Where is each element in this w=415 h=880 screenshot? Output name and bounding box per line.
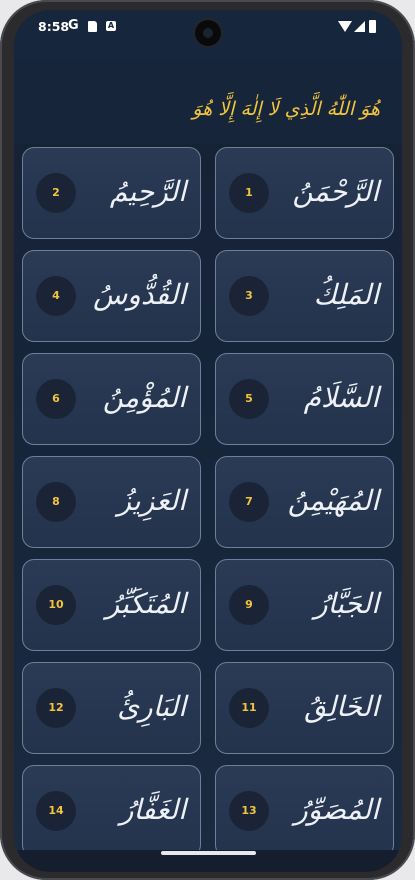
arabic-name: البَارِئُ [117,690,186,723]
name-card[interactable]: 9 الجَبَّارُ [215,559,394,651]
name-number-badge: 4 [36,276,76,316]
name-card[interactable]: 14 الغَفَّارُ [22,765,201,857]
name-number-badge: 11 [229,688,269,728]
name-number-badge: 2 [36,173,76,213]
name-card[interactable]: 13 المُصَوِّرُ [215,765,394,857]
arabic-name: المُؤْمِنُ [102,381,186,414]
name-number-badge: 12 [36,688,76,728]
arabic-name: المُتَكَبِّرُ [105,587,186,620]
front-camera [195,20,221,46]
arabic-name: الرَّحْمَنُ [292,175,379,208]
name-card[interactable]: 10 المُتَكَبِّرُ [22,559,201,651]
app-screen: 8:58 G A هُوَ اللّٰهُ الَّذِي لَا إِلٰهَ… [14,10,402,872]
status-bar: 8:58 G A [14,10,402,58]
arabic-name: المَلِكُ [313,278,379,311]
name-number-badge: 1 [229,173,269,213]
battery-icon [369,20,376,33]
google-icon: G [68,18,79,33]
name-number-badge: 6 [36,379,76,419]
name-number-badge: 14 [36,791,76,831]
name-card[interactable]: 4 القُدُّوسُ [22,250,201,342]
wifi-icon [338,21,352,32]
status-time: 8:58 [38,19,70,34]
arabic-name: الغَفَّارُ [119,793,186,826]
arabic-name: القُدُّوسُ [93,278,186,311]
signal-icon [354,21,365,32]
name-number-badge: 5 [229,379,269,419]
arabic-name: المُصَوِّرُ [294,793,379,826]
name-card[interactable]: 11 الخَالِقُ [215,662,394,754]
name-card[interactable]: 6 المُؤْمِنُ [22,353,201,445]
arabic-name: السَّلَامُ [303,381,379,414]
name-card[interactable]: 1 الرَّحْمَنُ [215,147,394,239]
arabic-name: الجَبَّارُ [314,587,379,620]
phone-frame: 8:58 G A هُوَ اللّٰهُ الَّذِي لَا إِلٰهَ… [0,0,415,880]
a-icon: A [106,21,116,31]
name-card[interactable]: 7 المُهَيْمِنُ [215,456,394,548]
name-card[interactable]: 3 المَلِكُ [215,250,394,342]
name-number-badge: 3 [229,276,269,316]
name-card[interactable]: 12 البَارِئُ [22,662,201,754]
name-card[interactable]: 8 العَزِيزُ [22,456,201,548]
home-indicator[interactable] [161,851,256,855]
sd-card-icon [88,21,97,32]
name-number-badge: 10 [36,585,76,625]
name-number-badge: 8 [36,482,76,522]
arabic-name: الخَالِقُ [304,690,379,723]
name-card[interactable]: 5 السَّلَامُ [215,353,394,445]
header-title: هُوَ اللّٰهُ الَّذِي لَا إِلٰهَ إِلَّا ه… [192,98,380,120]
arabic-name: المُهَيْمِنُ [287,484,379,517]
name-number-badge: 9 [229,585,269,625]
arabic-name: العَزِيزُ [117,484,186,517]
name-card[interactable]: 2 الرَّحِيمُ [22,147,201,239]
arabic-name: الرَّحِيمُ [109,175,186,208]
name-number-badge: 7 [229,482,269,522]
name-number-badge: 13 [229,791,269,831]
